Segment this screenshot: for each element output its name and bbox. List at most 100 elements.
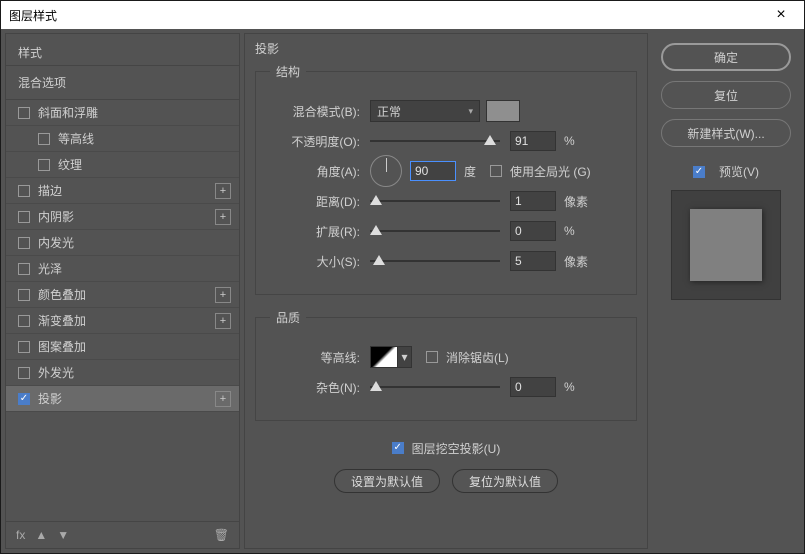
preview-checkbox[interactable] [693,166,705,178]
angle-label: 角度(A): [270,163,360,180]
effect-checkbox[interactable] [18,211,30,223]
noise-label: 杂色(N): [270,379,360,396]
trash-icon[interactable]: 🗑 [214,528,229,542]
effect-label: 斜面和浮雕 [38,104,98,121]
effect-label: 纹理 [58,156,82,173]
sidebar-item-光泽[interactable]: 光泽 [6,256,239,282]
blend-mode-label: 混合模式(B): [270,103,360,120]
settings-panel: 投影 结构 混合模式(B): 正常 ▾ 不透明度(O): % [244,33,648,549]
styles-header[interactable]: 样式 [6,34,239,66]
noise-input[interactable] [510,377,556,397]
opacity-slider[interactable] [370,134,500,148]
quality-legend: 品质 [270,309,306,326]
effect-checkbox[interactable] [18,341,30,353]
sidebar-item-渐变叠加[interactable]: 渐变叠加 + [6,308,239,334]
effect-checkbox[interactable] [38,159,50,171]
spread-slider[interactable] [370,224,500,238]
effect-label: 颜色叠加 [38,286,86,303]
distance-input[interactable] [510,191,556,211]
sidebar-item-投影[interactable]: 投影 + [6,386,239,412]
effect-label: 投影 [38,390,62,407]
add-effect-icon[interactable]: + [215,391,231,407]
effect-checkbox[interactable] [18,315,30,327]
set-default-button[interactable]: 设置为默认值 [334,469,440,493]
opacity-label: 不透明度(O): [270,133,360,150]
angle-dial[interactable] [370,155,402,187]
move-down-icon[interactable]: ▼ [57,528,69,542]
effect-checkbox[interactable] [18,263,30,275]
effect-label: 图案叠加 [38,338,86,355]
preview-label: 预览(V) [719,163,759,180]
contour-label: 等高线: [270,349,360,366]
sidebar-item-外发光[interactable]: 外发光 [6,360,239,386]
distance-label: 距离(D): [270,193,360,210]
effect-checkbox[interactable] [18,393,30,405]
layer-style-dialog: 图层样式 × 样式 混合选项 斜面和浮雕等高线纹理描边 + 内阴影 + 内发光光泽颜色叠… [0,0,805,554]
effect-label: 描边 [38,182,62,199]
contour-dropdown[interactable]: ▾ [398,346,412,368]
distance-slider[interactable] [370,194,500,208]
effect-label: 内发光 [38,234,74,251]
blend-mode-select[interactable]: 正常 ▾ [370,100,480,122]
cancel-button[interactable]: 复位 [661,81,791,109]
preview-swatch [690,209,762,281]
global-light-label: 使用全局光 (G) [510,163,591,180]
effect-label: 内阴影 [38,208,74,225]
structure-group: 结构 混合模式(B): 正常 ▾ 不透明度(O): % 角度(A): [255,63,637,295]
effect-label: 光泽 [38,260,62,277]
preview-box [671,190,781,300]
sidebar-item-颜色叠加[interactable]: 颜色叠加 + [6,282,239,308]
add-effect-icon[interactable]: + [215,209,231,225]
action-column: 确定 复位 新建样式(W)... 预览(V) [652,33,800,549]
sidebar-item-图案叠加[interactable]: 图案叠加 [6,334,239,360]
effect-checkbox[interactable] [18,367,30,379]
angle-input[interactable] [410,161,456,181]
chevron-down-icon: ▾ [468,106,473,117]
global-light-checkbox[interactable] [490,165,502,177]
sidebar-item-纹理[interactable]: 纹理 [6,152,239,178]
effects-sidebar: 样式 混合选项 斜面和浮雕等高线纹理描边 + 内阴影 + 内发光光泽颜色叠加 + 渐变叠加 +… [5,33,240,549]
antialias-label: 消除锯齿(L) [446,349,509,366]
sidebar-item-描边[interactable]: 描边 + [6,178,239,204]
effect-checkbox[interactable] [38,133,50,145]
knockout-checkbox[interactable] [392,442,404,454]
dialog-body: 样式 混合选项 斜面和浮雕等高线纹理描边 + 内阴影 + 内发光光泽颜色叠加 + 渐变叠加 +… [1,29,804,553]
knockout-label: 图层挖空投影(U) [412,440,501,457]
effect-checkbox[interactable] [18,237,30,249]
size-input[interactable] [510,251,556,271]
new-style-button[interactable]: 新建样式(W)... [661,119,791,147]
spread-label: 扩展(R): [270,223,360,240]
structure-legend: 结构 [270,63,306,80]
quality-group: 品质 等高线: ▾ 消除锯齿(L) 杂色(N): % [255,309,637,421]
effect-checkbox[interactable] [18,185,30,197]
spread-input[interactable] [510,221,556,241]
sidebar-item-内发光[interactable]: 内发光 [6,230,239,256]
size-slider[interactable] [370,254,500,268]
noise-slider[interactable] [370,380,500,394]
reset-default-button[interactable]: 复位为默认值 [452,469,558,493]
add-effect-icon[interactable]: + [215,183,231,199]
ok-button[interactable]: 确定 [661,43,791,71]
opacity-input[interactable] [510,131,556,151]
effect-label: 等高线 [58,130,94,147]
blend-options[interactable]: 混合选项 [6,66,239,100]
sidebar-item-等高线[interactable]: 等高线 [6,126,239,152]
effect-label: 渐变叠加 [38,312,86,329]
effect-checkbox[interactable] [18,289,30,301]
panel-title: 投影 [255,40,637,57]
contour-swatch[interactable] [370,346,398,368]
antialias-checkbox[interactable] [426,351,438,363]
effect-checkbox[interactable] [18,107,30,119]
add-effect-icon[interactable]: + [215,313,231,329]
sidebar-item-内阴影[interactable]: 内阴影 + [6,204,239,230]
shadow-color-swatch[interactable] [486,100,520,122]
sidebar-footer: fx ▲ ▼ 🗑 [6,521,239,548]
titlebar: 图层样式 × [1,1,804,29]
close-icon[interactable]: × [766,1,796,29]
fx-menu-icon[interactable]: fx [16,528,25,542]
sidebar-item-斜面和浮雕[interactable]: 斜面和浮雕 [6,100,239,126]
size-label: 大小(S): [270,253,360,270]
add-effect-icon[interactable]: + [215,287,231,303]
move-up-icon[interactable]: ▲ [35,528,47,542]
effect-label: 外发光 [38,364,74,381]
